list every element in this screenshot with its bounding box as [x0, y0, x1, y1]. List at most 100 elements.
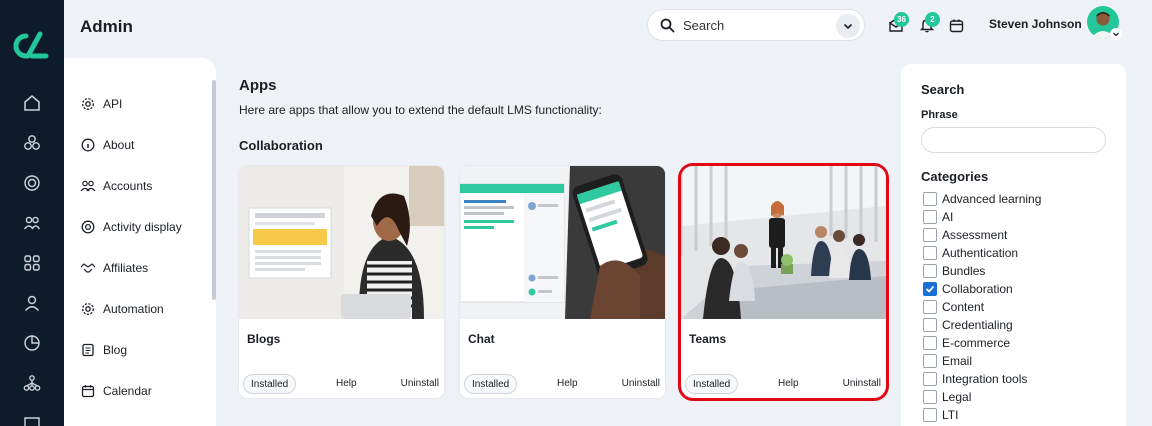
category-label: Integration tools — [942, 372, 1028, 386]
category-label: E-commerce — [942, 336, 1011, 350]
checkbox[interactable] — [923, 300, 937, 314]
users-icon[interactable] — [22, 213, 42, 233]
hierarchy-icon[interactable] — [22, 373, 42, 393]
checkbox[interactable] — [923, 408, 937, 422]
app-card-blogs[interactable]: Blogs Installed Help Uninstall — [239, 166, 444, 398]
sidebar-item-label: Affiliates — [103, 261, 149, 275]
target-icon — [80, 219, 96, 235]
category-checkbox-row[interactable]: Integration tools — [923, 371, 1027, 387]
app-card-actions: Installed Help Uninstall — [685, 374, 881, 394]
uninstall-link[interactable]: Uninstall — [622, 378, 660, 389]
checkbox[interactable] — [923, 336, 937, 350]
category-label: Credentialing — [942, 318, 1013, 332]
filter-title: Search — [921, 82, 965, 97]
global-search-box[interactable]: Search — [647, 9, 865, 41]
checkbox[interactable] — [923, 318, 937, 332]
home-icon[interactable] — [22, 93, 42, 113]
category-checkbox-row[interactable]: E-commerce — [923, 335, 1010, 351]
sidebar-item-automation[interactable]: Automation — [80, 299, 164, 319]
help-link[interactable]: Help — [557, 378, 578, 389]
pie-chart-icon[interactable] — [22, 333, 42, 353]
sidebar-item-label: Calendar — [103, 384, 152, 398]
sidebar-item-activity-display[interactable]: Activity display — [80, 217, 182, 237]
uninstall-link[interactable]: Uninstall — [843, 378, 881, 389]
sidebar-item-label: Accounts — [103, 179, 153, 193]
target-icon[interactable] — [22, 173, 42, 193]
category-checkbox-row[interactable]: Advanced learning — [923, 191, 1041, 207]
app-logo[interactable] — [12, 30, 52, 62]
users-icon — [80, 178, 96, 194]
phrase-input[interactable] — [921, 127, 1106, 153]
notification-count-badge: 2 — [925, 12, 940, 27]
category-checkbox-row[interactable]: Authentication — [923, 245, 1018, 261]
calendar-icon[interactable] — [946, 15, 966, 35]
sidebar-item-label: Blog — [103, 343, 128, 357]
category-label: Content — [942, 300, 985, 314]
checkbox[interactable] — [923, 228, 937, 242]
gear-icon — [80, 301, 96, 317]
checkmark-icon — [925, 285, 935, 293]
cubes-icon[interactable] — [22, 133, 42, 153]
checkbox[interactable] — [923, 246, 937, 260]
help-link[interactable]: Help — [778, 378, 799, 389]
gear-icon — [80, 96, 96, 112]
sidebar-item-affiliates[interactable]: Affiliates — [80, 258, 148, 278]
category-checkbox-row[interactable]: Content — [923, 299, 984, 315]
blogs-thumbnail — [239, 166, 444, 319]
sidebar-item-calendar[interactable]: Calendar — [80, 381, 152, 401]
category-checkbox-row[interactable]: Collaboration — [923, 281, 1013, 297]
sidebar-item-label: API — [103, 97, 123, 111]
category-checkbox-row[interactable]: Email — [923, 353, 972, 369]
sidebar-item-accounts[interactable]: Accounts — [80, 176, 152, 196]
chevron-down-icon[interactable] — [836, 14, 860, 38]
sidebar-item-about[interactable]: About — [80, 135, 134, 155]
category-checkbox-row[interactable]: Bundles — [923, 263, 985, 279]
handshake-icon — [80, 260, 96, 276]
installed-status-button[interactable]: Installed — [464, 374, 518, 394]
sidebar-item-blog[interactable]: Blog — [80, 340, 127, 360]
user-icon[interactable] — [22, 293, 42, 313]
app-card-title: Chat — [468, 332, 495, 346]
app-card-chat[interactable]: Chat Installed Help Uninstall — [460, 166, 665, 398]
app-card-teams[interactable]: Teams Installed Help Uninstall — [681, 166, 886, 398]
sidebar-item-api[interactable]: API — [80, 94, 122, 114]
sidebar-scrollbar[interactable] — [212, 80, 216, 300]
categories-label: Categories — [921, 169, 989, 184]
help-link[interactable]: Help — [336, 378, 357, 389]
filter-panel: Search Phrase Categories Advanced learni… — [901, 64, 1126, 426]
category-checkbox-row[interactable]: Assessment — [923, 227, 1007, 243]
checkbox[interactable] — [923, 210, 937, 224]
page-title: Admin — [80, 17, 133, 36]
sidebar-item-label: Automation — [103, 302, 164, 316]
inbox-count-badge: 36 — [894, 12, 909, 27]
category-label: Bundles — [942, 264, 986, 278]
uninstall-link[interactable]: Uninstall — [401, 378, 439, 389]
store-icon[interactable] — [22, 413, 42, 426]
category-checkbox-row[interactable]: LTI — [923, 407, 958, 423]
installed-status-button[interactable]: Installed — [685, 374, 739, 394]
search-label: Search — [683, 18, 725, 33]
sidebar-item-label: About — [103, 138, 135, 152]
category-label: Legal — [942, 390, 972, 404]
search-icon — [660, 18, 675, 38]
category-label: Email — [942, 354, 973, 368]
category-checkbox-row[interactable]: Legal — [923, 389, 971, 405]
checkbox[interactable] — [923, 390, 937, 404]
installed-status-button[interactable]: Installed — [243, 374, 297, 394]
checkbox[interactable] — [923, 192, 937, 206]
checkbox-checked[interactable] — [923, 282, 937, 296]
user-menu-chevron-icon[interactable] — [1110, 28, 1122, 40]
checkbox[interactable] — [923, 354, 937, 368]
app-card-actions: Installed Help Uninstall — [243, 374, 439, 394]
category-label: Authentication — [942, 246, 1019, 260]
document-icon — [80, 342, 96, 358]
category-label: Assessment — [942, 228, 1008, 242]
checkbox[interactable] — [923, 264, 937, 278]
category-checkbox-row[interactable]: Credentialing — [923, 317, 1013, 333]
section-description: Here are apps that allow you to extend t… — [239, 103, 602, 117]
user-name[interactable]: Steven Johnson — [989, 17, 1082, 31]
category-label: LTI — [942, 408, 959, 422]
checkbox[interactable] — [923, 372, 937, 386]
grid-icon[interactable] — [22, 253, 42, 273]
category-checkbox-row[interactable]: AI — [923, 209, 953, 225]
